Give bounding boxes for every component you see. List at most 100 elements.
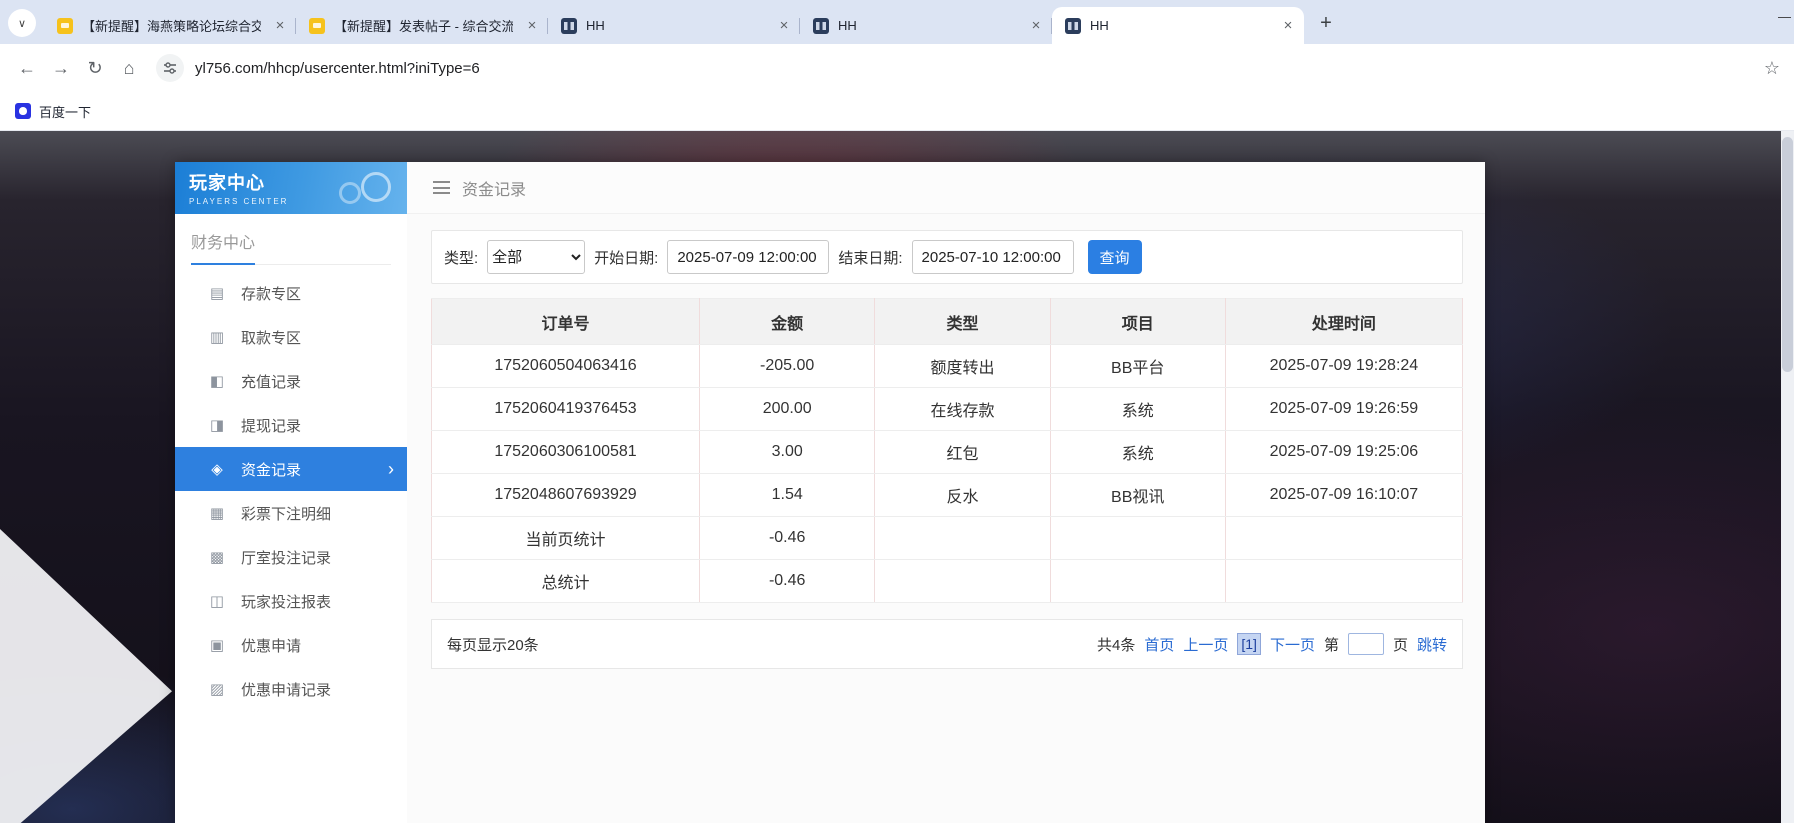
- type-select[interactable]: 全部: [487, 240, 585, 274]
- table-header-row: 订单号 金额 类型 项目 处理时间: [432, 299, 1463, 345]
- page-title: 资金记录: [462, 176, 526, 200]
- minimize-button[interactable]: —: [1778, 9, 1791, 24]
- tab-close-icon[interactable]: ×: [1026, 17, 1046, 34]
- tab-5-active[interactable]: HH ×: [1052, 7, 1304, 44]
- tab-title: 【新提醒】发表帖子 - 综合交流: [334, 16, 513, 35]
- page-number-input[interactable]: [1348, 633, 1384, 655]
- jump-label-pre: 第: [1324, 634, 1339, 655]
- bet-report-icon: ◫: [208, 592, 226, 610]
- cell-amount: -0.46: [700, 560, 875, 603]
- current-page-indicator: [1]: [1237, 633, 1261, 655]
- forward-icon[interactable]: →: [44, 51, 78, 85]
- sidebar-item-label: 彩票下注明细: [241, 503, 331, 524]
- tab-2[interactable]: 【新提醒】发表帖子 - 综合交流 ×: [296, 7, 548, 44]
- cell-order-id: 1752060419376453: [432, 388, 700, 431]
- sidebar-item-deposit-zone[interactable]: ▤ 存款专区: [175, 271, 407, 315]
- tab-close-icon[interactable]: ×: [774, 17, 794, 34]
- start-date-input[interactable]: [667, 240, 829, 274]
- table-row: 1752048607693929 1.54 反水 BB视讯 2025-07-09…: [432, 474, 1463, 517]
- cell-type: 在线存款: [875, 388, 1050, 431]
- table-row-page-total: 当前页统计 -0.46: [432, 517, 1463, 560]
- page-scrollbar[interactable]: [1781, 131, 1794, 823]
- recharge-icon: ◧: [208, 372, 226, 390]
- search-button[interactable]: 查询: [1088, 240, 1142, 274]
- cell-type: 红包: [875, 431, 1050, 474]
- sidebar-item-label: 存款专区: [241, 283, 301, 304]
- tab-title: HH: [838, 18, 1017, 33]
- tab-favicon: [57, 18, 73, 34]
- cell-order-id: 1752048607693929: [432, 474, 700, 517]
- cell-order-id: 1752060504063416: [432, 345, 700, 388]
- sidebar-item-withdraw-zone[interactable]: ▥ 取款专区: [175, 315, 407, 359]
- cell-order-id: 1752060306100581: [432, 431, 700, 474]
- site-info-icon[interactable]: [156, 54, 184, 82]
- reload-icon[interactable]: ↻: [78, 51, 112, 85]
- cell-empty: [875, 517, 1050, 560]
- bookmark-star-icon[interactable]: ☆: [1764, 58, 1780, 79]
- next-page-link[interactable]: 下一页: [1270, 634, 1315, 655]
- sidebar-item-withdrawal-records[interactable]: ◨ 提现记录: [175, 403, 407, 447]
- first-page-link[interactable]: 首页: [1144, 634, 1174, 655]
- tab-3[interactable]: HH ×: [548, 7, 800, 44]
- cell-amount: 200.00: [700, 388, 875, 431]
- end-date-label: 结束日期:: [838, 247, 902, 268]
- funds-records-icon: ◈: [208, 460, 226, 478]
- sidebar-item-label: 玩家投注报表: [241, 591, 331, 612]
- baidu-favicon: [15, 103, 31, 119]
- background-triangle-decoration: [0, 529, 172, 823]
- cell-project: 系统: [1050, 388, 1225, 431]
- cell-time: 2025-07-09 19:25:06: [1225, 431, 1462, 474]
- bookmarks-bar: 百度一下: [0, 92, 1794, 131]
- sidebar-item-label: 厅室投注记录: [241, 547, 331, 568]
- tab-search-button[interactable]: ∨: [8, 9, 36, 37]
- pagination-bar: 每页显示20条 共4条 首页 上一页 [1] 下一页 第 页 跳转: [431, 619, 1463, 669]
- cell-empty: [1050, 560, 1225, 603]
- sidebar-item-recharge-records[interactable]: ◧ 充值记录: [175, 359, 407, 403]
- jump-button[interactable]: 跳转: [1417, 634, 1447, 655]
- table-row: 1752060419376453 200.00 在线存款 系统 2025-07-…: [432, 388, 1463, 431]
- end-date-input[interactable]: [912, 240, 1074, 274]
- back-icon[interactable]: ←: [10, 51, 44, 85]
- sidebar-item-lottery-bet-details[interactable]: ▦ 彩票下注明细: [175, 491, 407, 535]
- bookmark-label: 百度一下: [39, 102, 91, 121]
- home-icon[interactable]: ⌂: [112, 51, 146, 85]
- col-header-order-id: 订单号: [432, 299, 700, 345]
- table-row: 1752060504063416 -205.00 额度转出 BB平台 2025-…: [432, 345, 1463, 388]
- sidebar-item-label: 充值记录: [241, 371, 301, 392]
- cell-empty: [1225, 560, 1462, 603]
- cell-empty: [1225, 517, 1462, 560]
- col-header-process-time: 处理时间: [1225, 299, 1462, 345]
- sidebar-item-promo-apply-records[interactable]: ▨ 优惠申请记录: [175, 667, 407, 711]
- navigation-bar: ← → ↻ ⌂ yl756.com/hhcp/usercenter.html?i…: [0, 44, 1794, 92]
- sidebar: 玩家中心 PLAYERS CENTER 财务中心 ▤ 存款专区 ▥ 取款专区: [175, 162, 407, 823]
- sidebar-menu: ▤ 存款专区 ▥ 取款专区 ◧ 充值记录 ◨ 提现记录: [175, 271, 407, 711]
- sidebar-item-player-bet-report[interactable]: ◫ 玩家投注报表: [175, 579, 407, 623]
- start-date-label: 开始日期:: [594, 247, 658, 268]
- address-bar[interactable]: yl756.com/hhcp/usercenter.html?iniType=6: [195, 60, 1756, 77]
- sidebar-item-label: 取款专区: [241, 327, 301, 348]
- cell-empty: [1050, 517, 1225, 560]
- sidebar-item-promo-apply[interactable]: ▣ 优惠申请: [175, 623, 407, 667]
- jump-label-post: 页: [1393, 634, 1408, 655]
- type-label: 类型:: [444, 247, 478, 268]
- col-header-amount: 金额: [700, 299, 875, 345]
- cell-amount: 1.54: [700, 474, 875, 517]
- deposit-icon: ▤: [208, 284, 226, 302]
- scrollbar-thumb[interactable]: [1782, 137, 1793, 372]
- cell-time: 2025-07-09 19:28:24: [1225, 345, 1462, 388]
- tab-1[interactable]: 【新提醒】海燕策略论坛综合交 ×: [44, 7, 296, 44]
- prev-page-link[interactable]: 上一页: [1183, 634, 1228, 655]
- sidebar-item-funds-records[interactable]: ◈ 资金记录 ›: [175, 447, 407, 491]
- sidebar-item-hall-bet-records[interactable]: ▩ 厅室投注记录: [175, 535, 407, 579]
- tab-favicon: [1065, 18, 1081, 34]
- cell-empty: [875, 560, 1050, 603]
- tab-close-icon[interactable]: ×: [1278, 17, 1298, 34]
- tab-close-icon[interactable]: ×: [522, 17, 542, 34]
- tab-title: HH: [586, 18, 765, 33]
- content-area: 类型: 全部 开始日期: 结束日期: 查询: [407, 214, 1485, 669]
- promo-apply-icon: ▣: [208, 636, 226, 654]
- new-tab-button[interactable]: +: [1312, 9, 1340, 37]
- tab-4[interactable]: HH ×: [800, 7, 1052, 44]
- tab-close-icon[interactable]: ×: [270, 17, 290, 34]
- bookmark-baidu[interactable]: 百度一下: [15, 102, 91, 121]
